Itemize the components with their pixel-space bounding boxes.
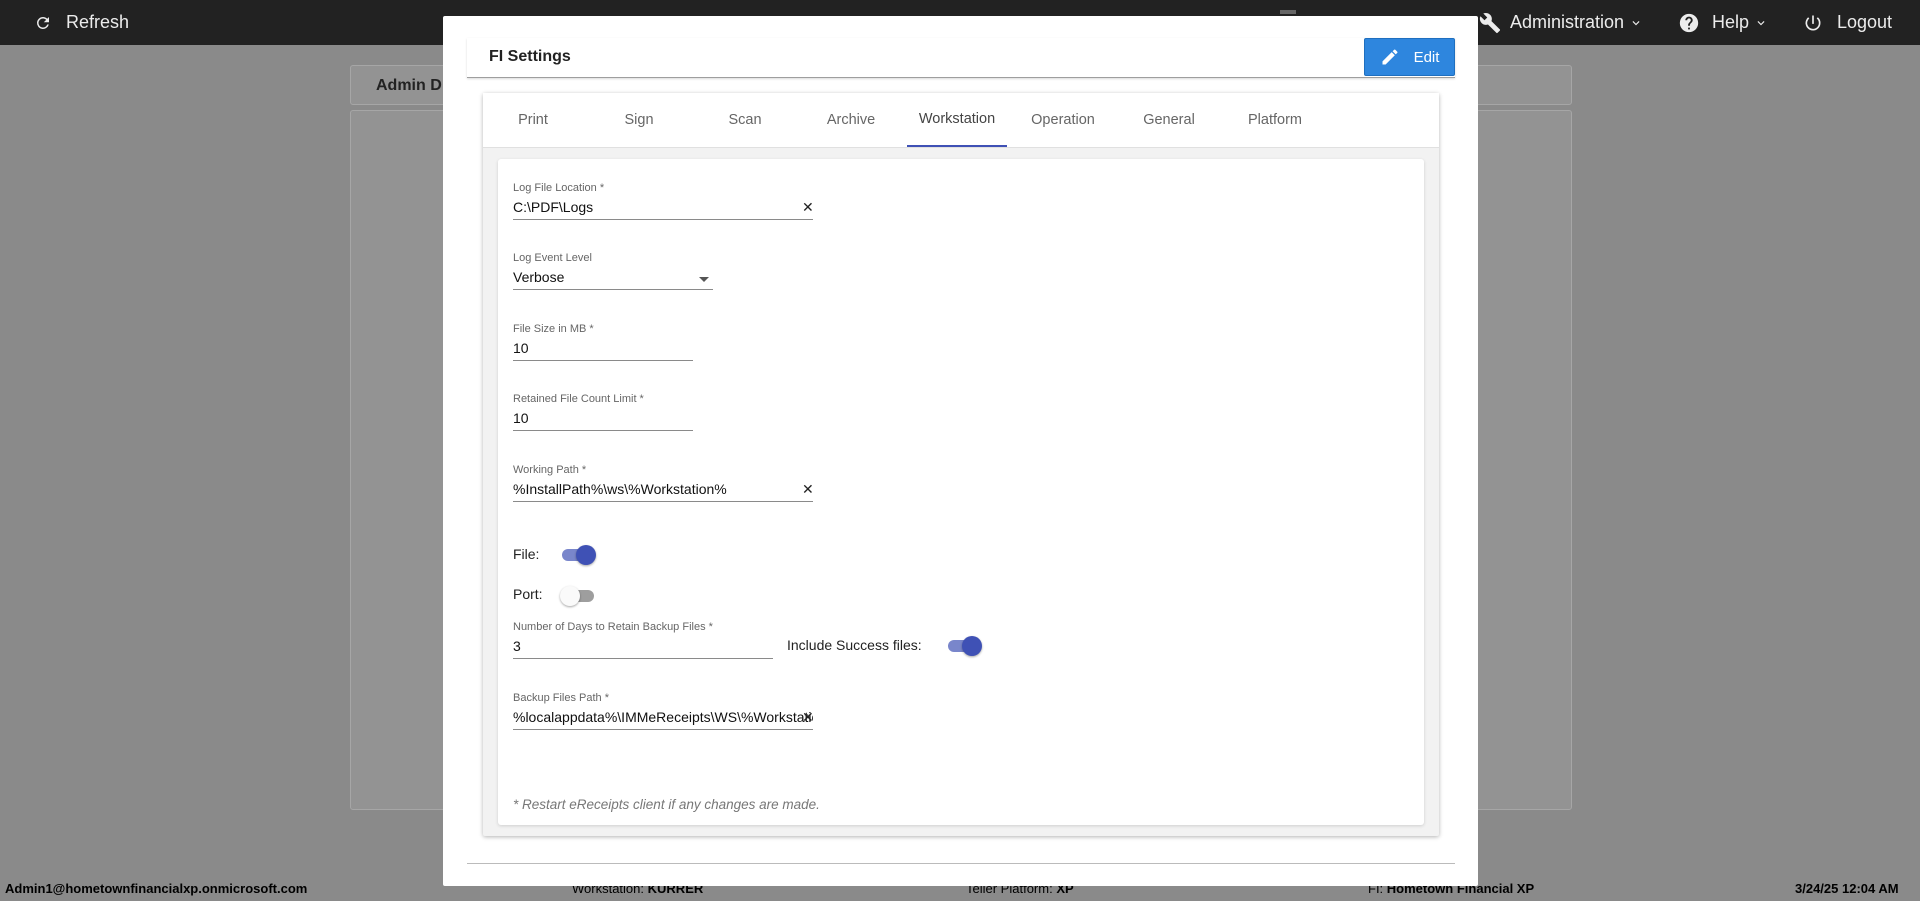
administration-menu[interactable]: Administration [1479, 0, 1643, 45]
tabs-container: Print Sign Scan Archive Workstation Oper… [483, 93, 1439, 836]
port-toggle[interactable] [560, 586, 596, 606]
file-toggle[interactable] [560, 545, 596, 565]
power-icon [1805, 15, 1821, 31]
file-size-label: File Size in MB * [513, 323, 594, 335]
retained-file-count-field: Retained File Count Limit * 10 [513, 393, 693, 433]
administration-label: Administration [1510, 12, 1625, 32]
log-file-location-label: Log File Location * [513, 182, 605, 194]
help-menu[interactable]: Help [1678, 0, 1768, 45]
chevron-down-icon [1632, 20, 1640, 25]
clear-icon[interactable]: ✕ [802, 199, 814, 216]
logout-label: Logout [1837, 12, 1893, 32]
file-toggle-label: File: [513, 546, 540, 562]
refresh-label: Refresh [66, 12, 130, 32]
tab-scan[interactable]: Scan [695, 93, 795, 147]
status-user: Admin1@hometownfinancialxp.onmicrosoft.c… [5, 881, 308, 896]
clear-icon[interactable]: ✕ [802, 481, 814, 498]
refresh-button[interactable]: Refresh [34, 0, 129, 45]
tab-sign[interactable]: Sign [589, 93, 689, 147]
tab-operation[interactable]: Operation [1013, 93, 1113, 147]
log-event-level-field: Log Event Level Verbose [513, 252, 713, 292]
include-success-toggle[interactable] [946, 636, 982, 656]
refresh-icon [36, 16, 49, 29]
restart-note: * Restart eReceipts client if any change… [513, 797, 820, 812]
help-circle-icon [1679, 13, 1699, 32]
tab-platform[interactable]: Platform [1225, 93, 1325, 147]
edit-label: Edit [1413, 48, 1440, 66]
logout-button[interactable]: Logout [1803, 0, 1892, 45]
tab-bar: Print Sign Scan Archive Workstation Oper… [483, 93, 1439, 148]
retain-days-label: Number of Days to Retain Backup Files * [513, 621, 713, 633]
retain-days-field: Number of Days to Retain Backup Files * … [513, 621, 773, 661]
retain-days-input[interactable]: 3 [513, 637, 773, 659]
background-page-title: Admin D [376, 77, 442, 94]
dialog-title: FI Settings [489, 48, 571, 65]
file-size-input[interactable]: 10 [513, 339, 693, 361]
working-path-label: Working Path * [513, 464, 587, 476]
log-event-level-label: Log Event Level [513, 252, 592, 264]
workstation-settings-form: Log File Location * C:\PDF\Logs ✕ Log Ev… [498, 159, 1424, 825]
working-path-input[interactable]: %InstallPath%\ws\%Workstation% [513, 480, 813, 502]
pencil-icon [1382, 49, 1398, 65]
tab-general[interactable]: General [1119, 93, 1219, 147]
log-event-level-select[interactable]: Verbose [513, 268, 713, 290]
tab-print[interactable]: Print [483, 93, 583, 147]
retained-file-count-label: Retained File Count Limit * [513, 393, 644, 405]
port-toggle-label: Port: [513, 586, 543, 602]
log-file-location-field: Log File Location * C:\PDF\Logs ✕ [513, 182, 814, 222]
tab-workstation[interactable]: Workstation [907, 93, 1007, 147]
working-path-field: Working Path * %InstallPath%\ws\%Worksta… [513, 464, 814, 504]
settings-card: Print Sign Scan Archive Workstation Oper… [467, 93, 1455, 864]
fi-settings-dialog: FI Settings Edit Print Sign Scan Archive… [443, 16, 1478, 886]
backup-path-label: Backup Files Path * [513, 692, 609, 704]
wrench-icon [1479, 12, 1501, 33]
dialog-header: FI Settings Edit [467, 38, 1455, 78]
status-datetime: 3/24/25 12:04 AM [1795, 881, 1899, 896]
help-label: Help [1712, 12, 1750, 32]
background-title-fragment [1280, 10, 1296, 14]
file-size-field: File Size in MB * 10 [513, 323, 693, 363]
chevron-down-icon [1757, 20, 1765, 25]
include-success-label: Include Success files: [787, 637, 922, 653]
tab-archive[interactable]: Archive [801, 93, 901, 147]
clear-icon[interactable]: ✕ [802, 709, 814, 726]
backup-path-field: Backup Files Path * %localappdata%\IMMeR… [513, 692, 814, 732]
edit-button[interactable]: Edit [1364, 38, 1455, 76]
retained-file-count-input[interactable]: 10 [513, 409, 693, 431]
dropdown-arrow-icon[interactable] [699, 277, 709, 282]
backup-path-input[interactable]: %localappdata%\IMMeReceipts\WS\%Workstat… [513, 708, 813, 730]
log-file-location-input[interactable]: C:\PDF\Logs [513, 198, 813, 220]
